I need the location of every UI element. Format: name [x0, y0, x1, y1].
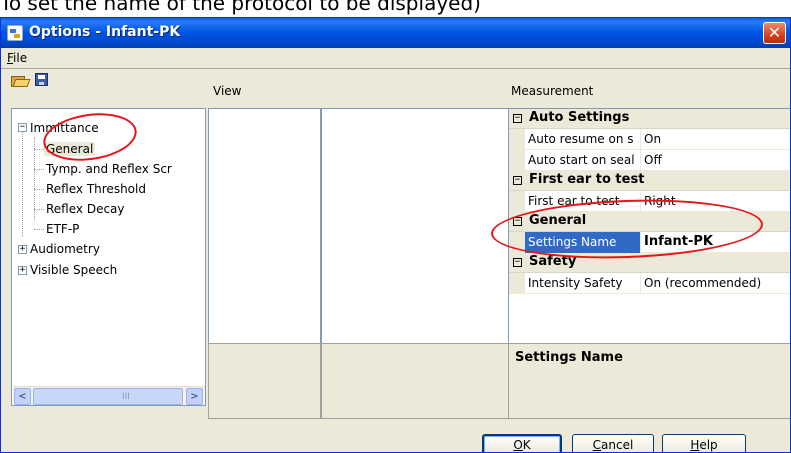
property-auto-start[interactable]: Auto start on seal Off	[509, 150, 790, 171]
tree-connector	[34, 149, 44, 150]
category-auto-settings[interactable]: − Auto Settings	[509, 109, 790, 129]
tree-item-visible-speech[interactable]: Visible Speech	[30, 261, 117, 281]
measurement-lower-pane	[321, 343, 509, 419]
page-caption: To set the name of the protocol to be di…	[0, 0, 481, 15]
view-pane[interactable]	[208, 108, 321, 344]
property-label: Intensity Safety	[528, 276, 623, 290]
app-window-icon	[7, 25, 23, 41]
property-label: Auto start on seal	[528, 153, 635, 167]
toolbar	[1, 69, 206, 91]
property-auto-resume[interactable]: Auto resume on s On	[509, 129, 790, 150]
tree-item-reflex-decay[interactable]: Reflex Decay	[46, 200, 125, 220]
cancel-button[interactable]: Cancel	[572, 434, 654, 452]
measurement-column-header: Measurement	[511, 84, 594, 98]
window-title: Options - Infant-PK	[29, 24, 181, 40]
collapse-icon[interactable]: −	[18, 123, 27, 132]
collapse-icon[interactable]: −	[513, 258, 522, 267]
help-button[interactable]: Help	[662, 434, 746, 452]
tree-connector	[34, 169, 44, 170]
menu-bar: File	[1, 48, 790, 68]
collapse-icon[interactable]: −	[513, 114, 522, 123]
save-disk-icon[interactable]	[35, 73, 48, 86]
options-dialog: Options - Infant-PK ✕ File View Measurem…	[0, 17, 791, 453]
description-title: Settings Name	[515, 350, 623, 365]
category-title: First ear to test	[529, 172, 645, 187]
view-lower-pane	[208, 343, 321, 419]
expand-icon[interactable]: +	[18, 266, 27, 275]
tree-horizontal-scrollbar[interactable]: < III >	[13, 386, 205, 405]
ok-button[interactable]: OK	[482, 434, 562, 452]
menu-file[interactable]: File	[7, 51, 27, 65]
tree-connector	[34, 229, 44, 230]
property-description-panel: Settings Name	[508, 343, 790, 419]
tree-item-audiometry[interactable]: Audiometry	[30, 240, 100, 260]
collapse-icon[interactable]: −	[513, 176, 522, 185]
tree-item-reflex-threshold[interactable]: Reflex Threshold	[46, 180, 146, 200]
expand-icon[interactable]: +	[18, 245, 27, 254]
property-value[interactable]: On (recommended)	[644, 276, 761, 290]
measurement-pane[interactable]	[321, 108, 509, 344]
scrollbar-thumb[interactable]: III	[33, 388, 183, 405]
tree-connector	[34, 209, 44, 210]
view-column-header: View	[213, 84, 242, 98]
property-intensity-safety[interactable]: Intensity Safety On (recommended)	[509, 273, 790, 294]
tree-item-etf-p[interactable]: ETF-P	[46, 220, 79, 240]
title-bar[interactable]: Options - Infant-PK ✕	[1, 18, 790, 48]
tree-connector	[34, 189, 44, 190]
open-folder-icon[interactable]	[11, 73, 31, 87]
scroll-left-icon[interactable]: <	[14, 388, 31, 405]
tree-connector	[22, 129, 23, 237]
scroll-right-icon[interactable]: >	[186, 388, 203, 405]
property-value[interactable]: Off	[644, 153, 662, 167]
property-label: Auto resume on s	[528, 132, 634, 146]
grip-icon: III	[122, 392, 130, 402]
tree-item-tymp-reflex[interactable]: Tymp. and Reflex Scr	[46, 160, 172, 180]
property-value[interactable]: On	[644, 132, 661, 146]
category-title: Auto Settings	[529, 110, 630, 125]
category-first-ear[interactable]: − First ear to test	[509, 171, 790, 191]
close-button[interactable]: ✕	[763, 22, 786, 44]
